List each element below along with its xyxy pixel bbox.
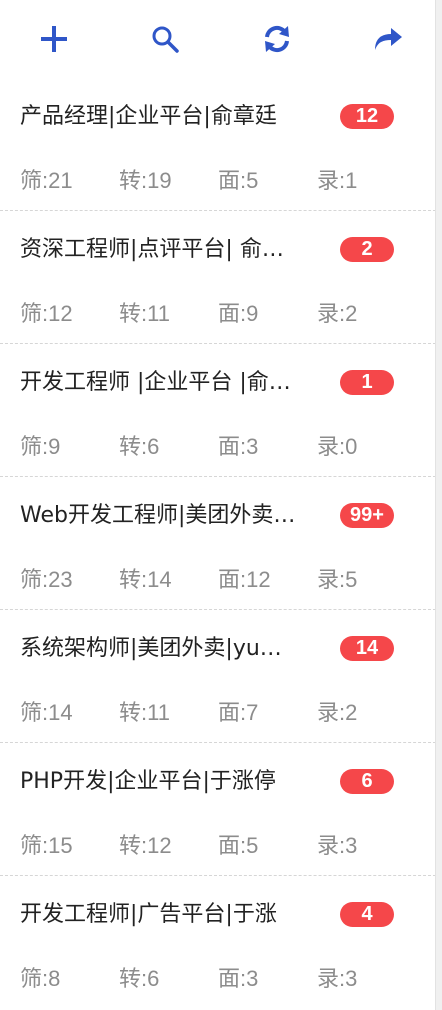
interview-count: 面:3 bbox=[218, 434, 259, 460]
screen-count: 筛:23 bbox=[20, 567, 73, 593]
interview-count: 面:12 bbox=[218, 567, 271, 593]
job-stats: 筛:15 转:12 面:5 录:3 bbox=[20, 831, 416, 861]
job-list: 产品经理|企业平台|俞章廷 12 筛:21 转:19 面:5 录:1 资深工程师… bbox=[0, 78, 436, 1009]
interview-count: 面:5 bbox=[218, 168, 259, 194]
job-list-panel: 产品经理|企业平台|俞章廷 12 筛:21 转:19 面:5 录:1 资深工程师… bbox=[0, 0, 436, 1010]
interview-count: 面:5 bbox=[218, 833, 259, 859]
scrollbar[interactable] bbox=[435, 0, 442, 1010]
job-list-item[interactable]: 开发工程师|广告平台|于涨 4 筛:8 转:6 面:3 录:3 bbox=[0, 876, 436, 1009]
search-icon bbox=[152, 26, 180, 53]
interview-count: 面:9 bbox=[218, 301, 259, 327]
job-stats: 筛:23 转:14 面:12 录:5 bbox=[20, 565, 416, 595]
screen-count: 筛:8 bbox=[20, 966, 61, 992]
job-list-item[interactable]: Web开发工程师|美团外卖… 99+ 筛:23 转:14 面:12 录:5 bbox=[0, 477, 436, 610]
transfer-count: 转:14 bbox=[119, 567, 172, 593]
job-stats: 筛:12 转:11 面:9 录:2 bbox=[20, 299, 416, 329]
screen-count: 筛:15 bbox=[20, 833, 73, 859]
unread-count-badge: 4 bbox=[340, 902, 394, 927]
job-stats: 筛:8 转:6 面:3 录:3 bbox=[20, 964, 416, 994]
refresh-icon bbox=[264, 25, 289, 53]
job-title: PHP开发|企业平台|于涨停 bbox=[20, 769, 276, 794]
job-stats: 筛:21 转:19 面:5 录:1 bbox=[20, 166, 416, 196]
job-list-item[interactable]: 开发工程师 |企业平台 |俞… 1 筛:9 转:6 面:3 录:0 bbox=[0, 344, 436, 477]
interview-count: 面:3 bbox=[218, 966, 259, 992]
hire-count: 录:5 bbox=[317, 567, 358, 593]
refresh-button[interactable] bbox=[259, 21, 295, 57]
job-list-item[interactable]: 资深工程师|点评平台| 俞… 2 筛:12 转:11 面:9 录:2 bbox=[0, 211, 436, 344]
job-title: 开发工程师|广告平台|于涨 bbox=[20, 902, 277, 927]
unread-count-badge: 12 bbox=[340, 104, 394, 129]
hire-count: 录:3 bbox=[317, 833, 358, 859]
job-title: 产品经理|企业平台|俞章廷 bbox=[20, 104, 277, 129]
transfer-count: 转:11 bbox=[119, 301, 170, 327]
transfer-count: 转:6 bbox=[119, 434, 160, 460]
hire-count: 录:0 bbox=[317, 434, 358, 460]
search-button[interactable] bbox=[147, 21, 183, 57]
job-list-item[interactable]: 系统架构师|美团外卖|yu… 14 筛:14 转:11 面:7 录:2 bbox=[0, 610, 436, 743]
job-title: 开发工程师 |企业平台 |俞… bbox=[20, 370, 291, 395]
transfer-count: 转:6 bbox=[119, 966, 160, 992]
screen-count: 筛:9 bbox=[20, 434, 61, 460]
plus-icon bbox=[41, 26, 67, 52]
screen-count: 筛:12 bbox=[20, 301, 73, 327]
transfer-count: 转:12 bbox=[119, 833, 172, 859]
transfer-count: 转:19 bbox=[119, 168, 172, 194]
share-icon bbox=[374, 28, 402, 50]
job-stats: 筛:9 转:6 面:3 录:0 bbox=[20, 432, 416, 462]
unread-count-badge: 14 bbox=[340, 636, 394, 661]
job-stats: 筛:14 转:11 面:7 录:2 bbox=[20, 698, 416, 728]
interview-count: 面:7 bbox=[218, 700, 259, 726]
hire-count: 录:2 bbox=[317, 700, 358, 726]
hire-count: 录:3 bbox=[317, 966, 358, 992]
unread-count-badge: 99+ bbox=[340, 503, 394, 528]
transfer-count: 转:11 bbox=[119, 700, 170, 726]
hire-count: 录:2 bbox=[317, 301, 358, 327]
screen-count: 筛:14 bbox=[20, 700, 73, 726]
toolbar bbox=[0, 0, 436, 78]
add-button[interactable] bbox=[36, 21, 72, 57]
unread-count-badge: 2 bbox=[340, 237, 394, 262]
job-title: 资深工程师|点评平台| 俞… bbox=[20, 237, 284, 262]
unread-count-badge: 1 bbox=[340, 370, 394, 395]
share-button[interactable] bbox=[370, 21, 406, 57]
job-title: 系统架构师|美团外卖|yu… bbox=[20, 636, 282, 661]
job-title: Web开发工程师|美团外卖… bbox=[20, 503, 296, 528]
job-list-item[interactable]: 产品经理|企业平台|俞章廷 12 筛:21 转:19 面:5 录:1 bbox=[0, 78, 436, 211]
unread-count-badge: 6 bbox=[340, 769, 394, 794]
screen-count: 筛:21 bbox=[20, 168, 73, 194]
hire-count: 录:1 bbox=[317, 168, 358, 194]
job-list-item[interactable]: PHP开发|企业平台|于涨停 6 筛:15 转:12 面:5 录:3 bbox=[0, 743, 436, 876]
